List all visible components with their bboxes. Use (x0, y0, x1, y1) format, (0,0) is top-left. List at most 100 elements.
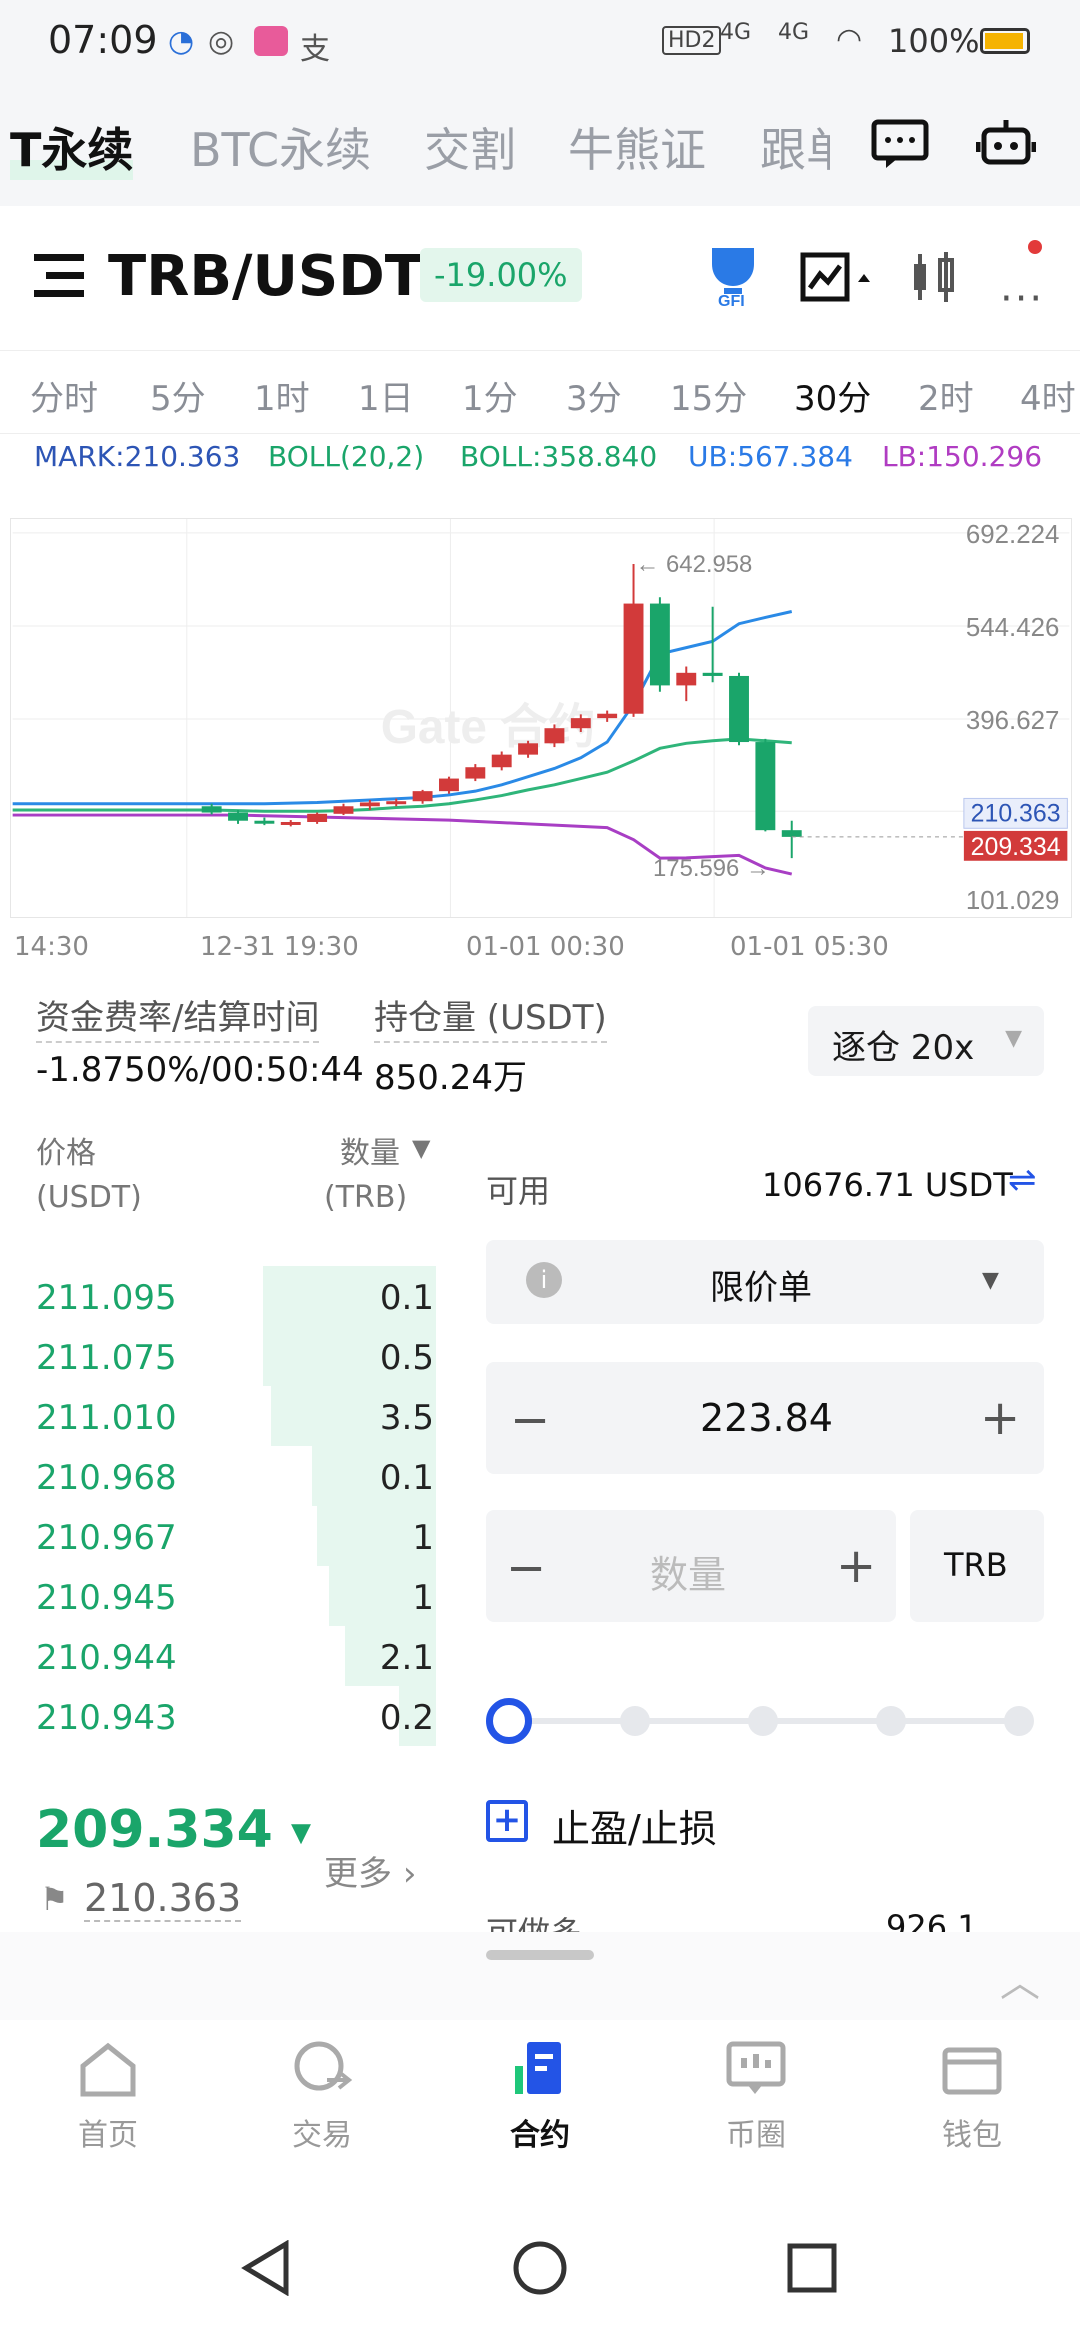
price-plus-button[interactable]: + (980, 1390, 1020, 1446)
qty-minus-button[interactable]: − (506, 1540, 546, 1596)
tf-4h[interactable]: 4时 (1020, 371, 1076, 420)
qty-plus-button[interactable]: + (836, 1538, 876, 1594)
qty-unit-select[interactable]: TRB (910, 1510, 1044, 1622)
more-label: 更多 (324, 1854, 392, 1894)
nav-home[interactable]: 首页 (28, 2040, 188, 2154)
ask-price: 211.010 (36, 1398, 177, 1438)
chevron-down-icon: ▼ (982, 1268, 999, 1293)
orderbook-ask-row[interactable]: 210.944 2.1 (24, 1626, 436, 1686)
low-price-label: 175.596 → (653, 855, 770, 882)
menu-icon[interactable] (34, 254, 84, 298)
available-value: 10676.71 USDT (762, 1166, 1013, 1204)
nav-community[interactable]: 币圈 (676, 2040, 836, 2154)
chat-icon[interactable] (870, 116, 930, 172)
sheet-handle[interactable] (486, 1950, 594, 1960)
ask-qty: 0.2 (379, 1698, 434, 1738)
candle-body (491, 754, 512, 768)
gfi-trophy-icon[interactable]: GFI (700, 244, 766, 308)
wechat-icon: ◎ (208, 24, 235, 59)
tab-cbbc[interactable]: 牛熊证 (568, 114, 706, 180)
mark-price: 210.363 (84, 1876, 242, 1922)
chart-type-icon[interactable] (800, 252, 876, 302)
pair-title[interactable]: TRB/USDT (108, 244, 423, 309)
back-icon[interactable] (240, 2240, 292, 2296)
slider-step-100[interactable] (1004, 1706, 1034, 1736)
candle-body (333, 806, 354, 814)
slider-step-50[interactable] (748, 1706, 778, 1736)
order-type-select[interactable]: i 限价单 ▼ (486, 1240, 1044, 1324)
wifi-icon: ◠ (836, 22, 863, 57)
orderbook-ask-row[interactable]: 210.967 1 (24, 1506, 436, 1566)
ask-price: 210.944 (36, 1638, 177, 1678)
y-tick-label: 101.029 (966, 887, 1059, 915)
candle-body (570, 718, 591, 729)
tp-sl-checkbox[interactable]: + (486, 1800, 528, 1842)
candle-body (518, 743, 539, 755)
tab-delivery[interactable]: 交割 (424, 114, 516, 180)
orderbook-ask-row[interactable]: 210.943 0.2 (24, 1686, 436, 1746)
price-input[interactable]: − 223.84 + (486, 1362, 1044, 1474)
nav-futures-label: 合约 (510, 2118, 570, 2153)
recents-icon[interactable] (786, 2242, 838, 2294)
slider-step-75[interactable] (876, 1706, 906, 1736)
ask-qty: 1 (412, 1578, 434, 1618)
tf-3m[interactable]: 3分 (566, 371, 622, 420)
margin-mode-select[interactable]: 逐仓 20x ▼ (808, 1006, 1044, 1076)
more-button[interactable]: 更多 › (324, 1846, 416, 1895)
tab-copy-trading[interactable]: 跟单 (760, 114, 830, 180)
nav-futures[interactable]: 合约 (460, 2040, 620, 2154)
ob-price-header: 价格 (36, 1136, 96, 1171)
mark-price-tag: 210.363 (971, 799, 1061, 827)
candle-settings-icon[interactable] (910, 250, 960, 304)
indicator-boll: BOLL(20,2) (268, 440, 425, 473)
tf-30m[interactable]: 30分 (794, 371, 871, 420)
slider-step-25[interactable] (620, 1706, 650, 1736)
tab-current-perpetual[interactable]: T永续 (10, 114, 134, 180)
nav-wallet[interactable]: 钱包 (892, 2040, 1052, 2154)
ask-price: 210.943 (36, 1698, 177, 1738)
info-icon[interactable]: i (526, 1262, 562, 1298)
tf-1d[interactable]: 1日 (358, 371, 414, 420)
ob-qty-unit: (TRB) (324, 1180, 408, 1215)
ob-qty-header[interactable]: 数量 (340, 1128, 400, 1172)
price-minus-button[interactable]: − (510, 1392, 550, 1448)
candlestick-chart[interactable]: Gate 合约 692.224 544.426 396.627 101.029 ← 64… (10, 518, 1072, 918)
chevron-up-icon[interactable]: ︿ (1000, 1950, 1040, 2008)
orderbook-ask-row[interactable]: 210.945 1 (24, 1566, 436, 1626)
network-1: 4G (720, 20, 752, 45)
ask-price: 210.945 (36, 1578, 177, 1618)
robot-icon[interactable] (976, 116, 1036, 172)
nav-trade[interactable]: 交易 (242, 2040, 402, 2154)
slider-handle[interactable] (486, 1698, 532, 1744)
candle-body (280, 821, 301, 825)
more-icon[interactable]: ··· (1000, 276, 1044, 322)
indicator-ub: UB:567.384 (688, 440, 853, 473)
open-interest-label[interactable]: 持仓量 (USDT) (374, 990, 607, 1043)
tf-line[interactable]: 分时 (30, 371, 98, 420)
tf-1h[interactable]: 1时 (254, 371, 310, 420)
qty-unit-label: TRB (944, 1546, 1008, 1584)
orderbook-ask-row[interactable]: 211.010 3.5 (24, 1386, 436, 1446)
home-button-icon[interactable] (512, 2240, 568, 2296)
margin-mode-label: 逐仓 20x (832, 1028, 975, 1068)
transfer-icon[interactable]: ⇌ (1008, 1160, 1037, 1200)
tab-btc-perpetual[interactable]: BTC永续 (190, 114, 371, 180)
qty-dropdown-icon[interactable]: ▼ (412, 1134, 430, 1162)
x-tick-0: 14:30 (14, 932, 89, 962)
ask-price: 211.095 (36, 1278, 177, 1318)
tf-5m[interactable]: 5分 (150, 371, 206, 420)
tf-15m[interactable]: 15分 (670, 371, 747, 420)
orderbook-ask-row[interactable]: 211.095 0.1 (24, 1266, 436, 1326)
available-label: 可用 (486, 1172, 551, 1210)
tp-sl-label[interactable]: 止盈/止损 (552, 1798, 717, 1853)
quantity-input[interactable]: − 数量 + (486, 1510, 896, 1622)
candle-body (254, 820, 275, 824)
tf-2h[interactable]: 2时 (918, 371, 974, 420)
funding-rate-label[interactable]: 资金费率/结算时间 (36, 990, 320, 1043)
orderbook-ask-row[interactable]: 210.968 0.1 (24, 1446, 436, 1506)
candle-body (729, 675, 749, 743)
nav-trade-label: 交易 (292, 2118, 352, 2153)
tf-1m[interactable]: 1分 (462, 371, 518, 420)
orderbook-ask-row[interactable]: 211.075 0.5 (24, 1326, 436, 1386)
candle-body (781, 830, 802, 837)
